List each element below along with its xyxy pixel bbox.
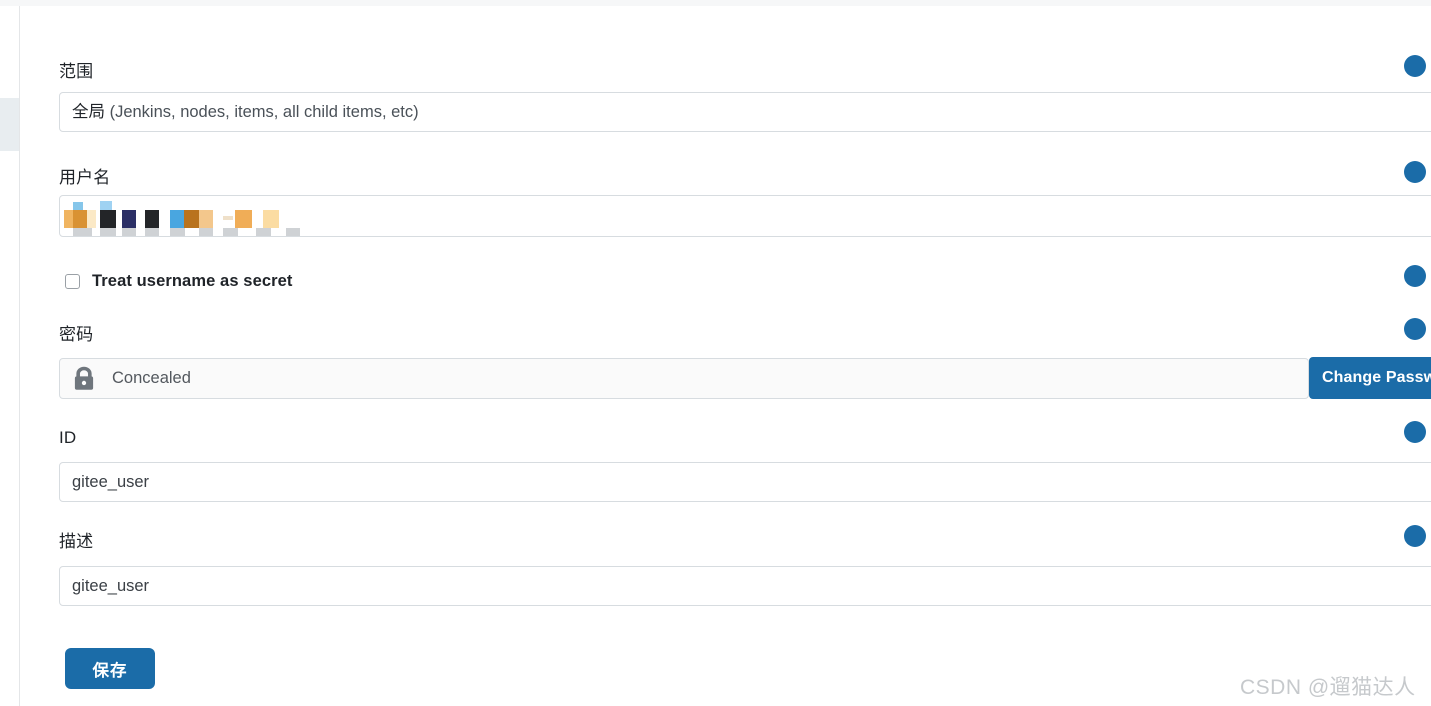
redaction-block <box>286 228 300 237</box>
sidebar-rail <box>0 6 20 706</box>
description-input[interactable]: gitee_user <box>59 566 1431 606</box>
content-pane: 范围 全局 (Jenkins, nodes, items, all child … <box>21 6 1431 706</box>
treat-username-as-secret-row[interactable]: Treat username as secret <box>65 272 293 291</box>
help-icon-username[interactable] <box>1404 161 1426 183</box>
password-input[interactable]: Concealed <box>59 358 1309 399</box>
redaction-block <box>73 228 92 237</box>
treat-username-as-secret-label: Treat username as secret <box>92 272 293 291</box>
help-icon-secret[interactable] <box>1404 265 1426 287</box>
password-placeholder-text: Concealed <box>112 369 191 388</box>
help-icon-scope[interactable] <box>1404 55 1426 77</box>
scope-select-value-cn: 全局 <box>72 103 105 121</box>
redaction-block <box>73 210 87 228</box>
redaction-block <box>223 228 238 237</box>
redaction-block <box>145 210 159 228</box>
redaction-block <box>122 228 136 237</box>
redaction-block <box>100 228 116 237</box>
help-icon-password[interactable] <box>1404 318 1426 340</box>
help-icon-description[interactable] <box>1404 525 1426 547</box>
redaction-block <box>199 210 213 228</box>
id-label: ID <box>59 428 76 448</box>
change-password-button[interactable]: Change Password <box>1309 357 1431 399</box>
password-label: 密码 <box>59 325 93 345</box>
redaction-block <box>122 210 136 228</box>
redaction-block <box>256 228 271 237</box>
scope-label: 范围 <box>59 62 93 82</box>
redaction-block <box>199 228 213 237</box>
sidebar-active-item[interactable] <box>0 98 19 151</box>
username-redaction-mosaic <box>60 196 300 237</box>
redaction-block <box>263 210 279 228</box>
redaction-block <box>87 210 96 228</box>
scope-select-value-en: (Jenkins, nodes, items, all child items,… <box>105 103 419 121</box>
redaction-block <box>145 228 159 237</box>
redaction-block <box>223 216 233 220</box>
lock-icon <box>70 365 98 393</box>
redaction-block <box>184 210 199 228</box>
redaction-block <box>100 210 116 228</box>
username-label: 用户名 <box>59 168 110 188</box>
scope-select[interactable]: 全局 (Jenkins, nodes, items, all child ite… <box>59 92 1431 132</box>
username-input[interactable]: n <box>59 195 1431 237</box>
description-label: 描述 <box>59 532 93 552</box>
credential-form: 范围 全局 (Jenkins, nodes, items, all child … <box>21 6 1431 706</box>
redaction-block <box>235 210 252 228</box>
save-button[interactable]: 保存 <box>65 648 155 689</box>
redaction-block <box>170 210 184 228</box>
help-icon-id[interactable] <box>1404 421 1426 443</box>
redaction-block <box>64 210 73 228</box>
treat-username-as-secret-checkbox[interactable] <box>65 274 80 289</box>
id-input[interactable]: gitee_user <box>59 462 1431 502</box>
redaction-block <box>170 228 185 237</box>
csdn-watermark: CSDN @遛猫达人 <box>1240 671 1416 701</box>
